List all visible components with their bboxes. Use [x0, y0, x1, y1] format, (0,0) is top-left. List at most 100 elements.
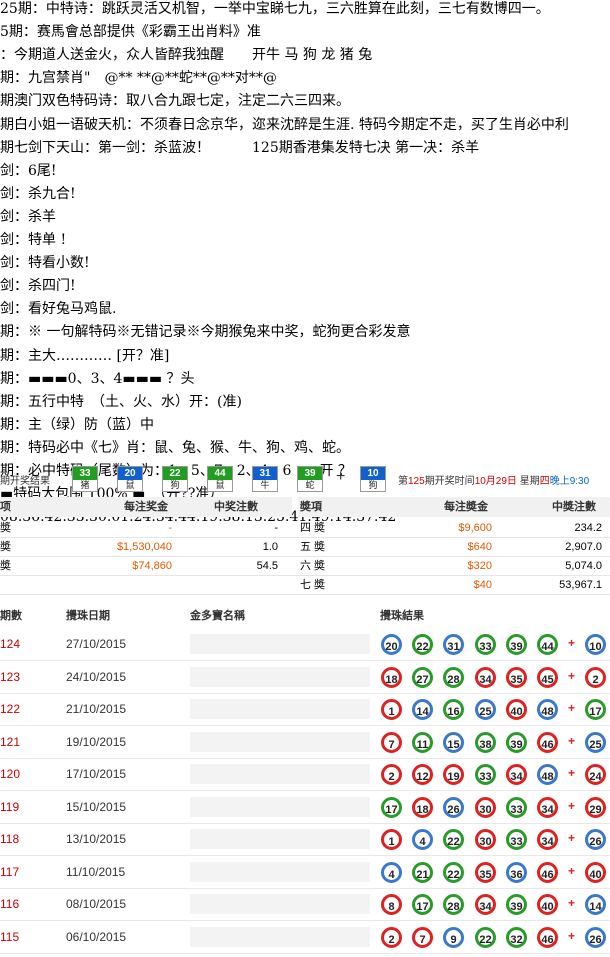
issue-number[interactable]: 122	[0, 702, 20, 716]
special-ball: 17	[585, 699, 606, 720]
prize-cell: 2,907.0	[565, 541, 602, 553]
name-cell	[190, 861, 370, 882]
draw-ball: 44 鼠	[207, 466, 233, 492]
lottery-ball: 34	[475, 666, 496, 688]
prize-cell: -	[168, 522, 172, 534]
lottery-ball: 27	[412, 666, 433, 688]
prize-header: 中奖注數	[214, 501, 258, 513]
sword-left: 剑：特单 !	[0, 232, 67, 248]
prize-cell: 奬	[0, 541, 11, 553]
prize-cell: $1,530,040	[116, 541, 172, 553]
lottery-ball: 34	[537, 796, 558, 818]
table-row: 117 11/10/2015 4 21 22 35 36 46 +40	[0, 856, 610, 889]
issue-number[interactable]: 124	[0, 637, 20, 651]
lottery-ball: 4	[381, 861, 402, 883]
sword-left: 剑：杀羊	[0, 208, 56, 225]
plus-sign: +	[568, 798, 576, 813]
lottery-ball: 39	[506, 731, 527, 753]
table-row: 115 06/10/2015 2 7 9 22 32 46 +26	[0, 921, 610, 954]
special-ball: 40	[585, 861, 606, 883]
issue-number[interactable]: 123	[0, 670, 20, 684]
text-line: 期：五行中特 （土、火、水）开：(准)	[0, 393, 242, 410]
lottery-ball: 9	[443, 926, 464, 948]
lottery-ball: 4	[412, 829, 433, 850]
prize-cell: 七 奬	[300, 579, 326, 591]
sword-left: 剑：6尾!	[0, 162, 57, 179]
name-cell	[190, 666, 370, 687]
prize-cell: $320	[467, 560, 492, 572]
lottery-ball: 22	[475, 926, 496, 948]
plus-sign: +	[568, 766, 576, 780]
issue-number[interactable]: 119	[0, 800, 19, 814]
lottery-ball: 14	[412, 699, 433, 720]
lottery-ball: 28	[443, 894, 464, 915]
sword-line: 剑：杀九合!第三决：杀09合	[0, 185, 76, 205]
special-ball: 29	[585, 796, 606, 818]
plus-sign: +	[568, 863, 576, 878]
text-line: 期：▬▬▬0、3、4▬▬▬ ？头	[0, 370, 195, 387]
draw-ball: 10 狗	[360, 466, 386, 492]
prize-cell: 六 奬	[300, 560, 326, 572]
lottery-ball: 17	[412, 894, 433, 915]
history-header: 攪珠日期	[66, 610, 110, 622]
table-row: 121 19/10/2015 7 11 15 38 39 46 +25	[0, 726, 610, 759]
prize-header: 每注奖金	[124, 501, 168, 513]
plus-sign: +	[568, 733, 576, 748]
lottery-ball: 36	[506, 861, 527, 883]
prize-cell: 234.2	[574, 522, 602, 534]
issue-number[interactable]: 117	[0, 865, 19, 879]
lottery-ball: 39	[506, 894, 527, 915]
draw-ball: 20 鼠	[117, 466, 143, 492]
lottery-ball: 35	[475, 861, 496, 883]
draw-date: 21/10/2015	[66, 702, 127, 716]
prize-cell: 1.0	[262, 541, 278, 553]
plus-sign: +	[568, 668, 576, 683]
text-line: 期白小姐一语破天机：不须春日念京华，迩来沈醉是生涯. 特码今期定不走，买了生肖必…	[0, 116, 569, 133]
lottery-ball: 18	[412, 796, 433, 818]
special-ball: 24	[585, 764, 606, 785]
plus-sign: +	[568, 701, 576, 715]
table-row: 122 21/10/2015 1 14 16 25 40 48 +17	[0, 693, 610, 726]
plus-sign: +	[568, 636, 576, 650]
sword-line: 剑：杀四门!第七决：看好龙羊狗牛	[0, 277, 76, 297]
lottery-ball: 19	[443, 764, 464, 785]
issue-number[interactable]: 120	[0, 767, 20, 781]
lottery-ball: 34	[475, 894, 496, 915]
draw-date: 11/10/2015	[66, 864, 126, 879]
lottery-ball: 2	[381, 764, 402, 785]
name-cell	[190, 764, 370, 784]
name-cell	[190, 699, 370, 719]
draw-ball: 31 牛	[252, 466, 278, 492]
text-line: 期澳门双色特码诗：取八合九跟七定，注定二六三四来。	[0, 93, 350, 110]
lottery-ball: 22	[443, 861, 464, 883]
table-row: 120 17/10/2015 2 12 19 33 34 48 +24	[0, 758, 610, 791]
prize-cell: 奬	[0, 560, 11, 572]
plus-sign: +	[568, 896, 576, 910]
table-row: 116 08/10/2015 8 17 28 34 39 40 +14	[0, 888, 610, 921]
text-line: 期七剑下天山：第一剑：杀蓝波！ 125期香港集发特七决 第一决：杀羊	[0, 139, 480, 156]
text-line: 期：九宫禁肖" @** **@**蛇**@**对**@	[0, 70, 277, 87]
lottery-ball: 38	[475, 731, 496, 753]
issue-number[interactable]: 115	[0, 930, 19, 944]
draw-date: 08/10/2015	[66, 897, 127, 911]
sword-line: 剑：特单 !第五决：杀红波	[0, 231, 66, 251]
prize-cell: 奬	[0, 522, 11, 534]
lottery-ball: 12	[412, 764, 433, 785]
name-cell	[190, 796, 370, 817]
prize-cell: $40	[473, 579, 492, 591]
issue-number[interactable]: 116	[0, 897, 19, 911]
lottery-ball: 31	[443, 634, 464, 655]
lottery-ball: 20	[381, 634, 402, 655]
draw-label: 期开奖结果	[0, 476, 50, 487]
lottery-ball: 30	[475, 796, 496, 818]
issue-number[interactable]: 118	[0, 832, 19, 846]
prize-cell: 54.5	[256, 560, 278, 572]
special-ball: 14	[585, 894, 606, 915]
issue-number[interactable]: 121	[0, 735, 20, 749]
text-line: 期：主大………… [开？准]	[0, 347, 170, 364]
lottery-ball: 39	[506, 634, 527, 655]
text-line: 期：※ 一句解特码※无错记录※今期猴兔来中奖，蛇狗更合彩发意	[0, 324, 411, 341]
prize-table: 项 每注奖金 中奖注數 奬項 每注奬金 中獎注數 奬 - - 奬 $1,530,040 1…	[0, 497, 610, 597]
sword-left: 剑：杀九合!	[0, 185, 76, 202]
prize-cell: $74,860	[132, 560, 172, 572]
